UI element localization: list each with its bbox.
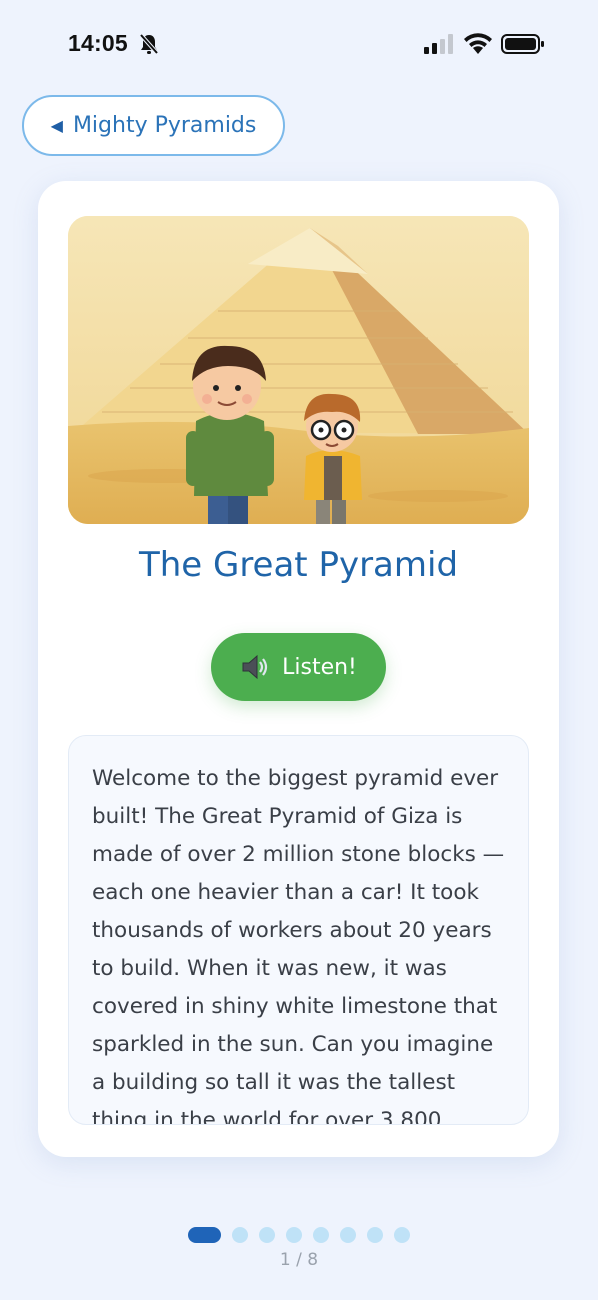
story-title: The Great Pyramid <box>138 545 459 585</box>
page-dot-1[interactable] <box>188 1227 221 1243</box>
listen-button[interactable]: Listen! <box>211 633 386 701</box>
back-button-label: Mighty Pyramids <box>72 113 257 138</box>
page-counter: 1 / 8 <box>279 1250 319 1270</box>
listen-button-label: Listen! <box>282 654 357 680</box>
wifi-icon <box>464 33 492 54</box>
pyramid-scene-image <box>68 216 529 524</box>
page-dot-8[interactable] <box>394 1227 410 1243</box>
page-indicator <box>188 1226 410 1244</box>
status-time: 14:05 <box>68 30 128 56</box>
story-card: The Great Pyramid Listen! Welcome to the… <box>38 181 559 1157</box>
back-button[interactable]: ◀ Mighty Pyramids <box>22 95 285 156</box>
status-bar: 14:05 <box>0 0 598 90</box>
triangle-left-icon: ◀ <box>50 116 63 135</box>
bell-slash-icon <box>139 33 159 55</box>
page-dot-4[interactable] <box>286 1227 302 1243</box>
signal-icon <box>424 34 453 54</box>
story-text-box[interactable]: Welcome to the biggest pyramid ever buil… <box>68 735 529 1125</box>
story-illustration <box>68 216 529 524</box>
page-dot-3[interactable] <box>259 1227 275 1243</box>
page-dot-2[interactable] <box>232 1227 248 1243</box>
page-dot-5[interactable] <box>313 1227 329 1243</box>
story-text: Welcome to the biggest pyramid ever buil… <box>92 766 505 1125</box>
speaker-icon <box>242 654 268 680</box>
page-dot-7[interactable] <box>367 1227 383 1243</box>
page-dot-6[interactable] <box>340 1227 356 1243</box>
battery-icon <box>501 34 544 54</box>
